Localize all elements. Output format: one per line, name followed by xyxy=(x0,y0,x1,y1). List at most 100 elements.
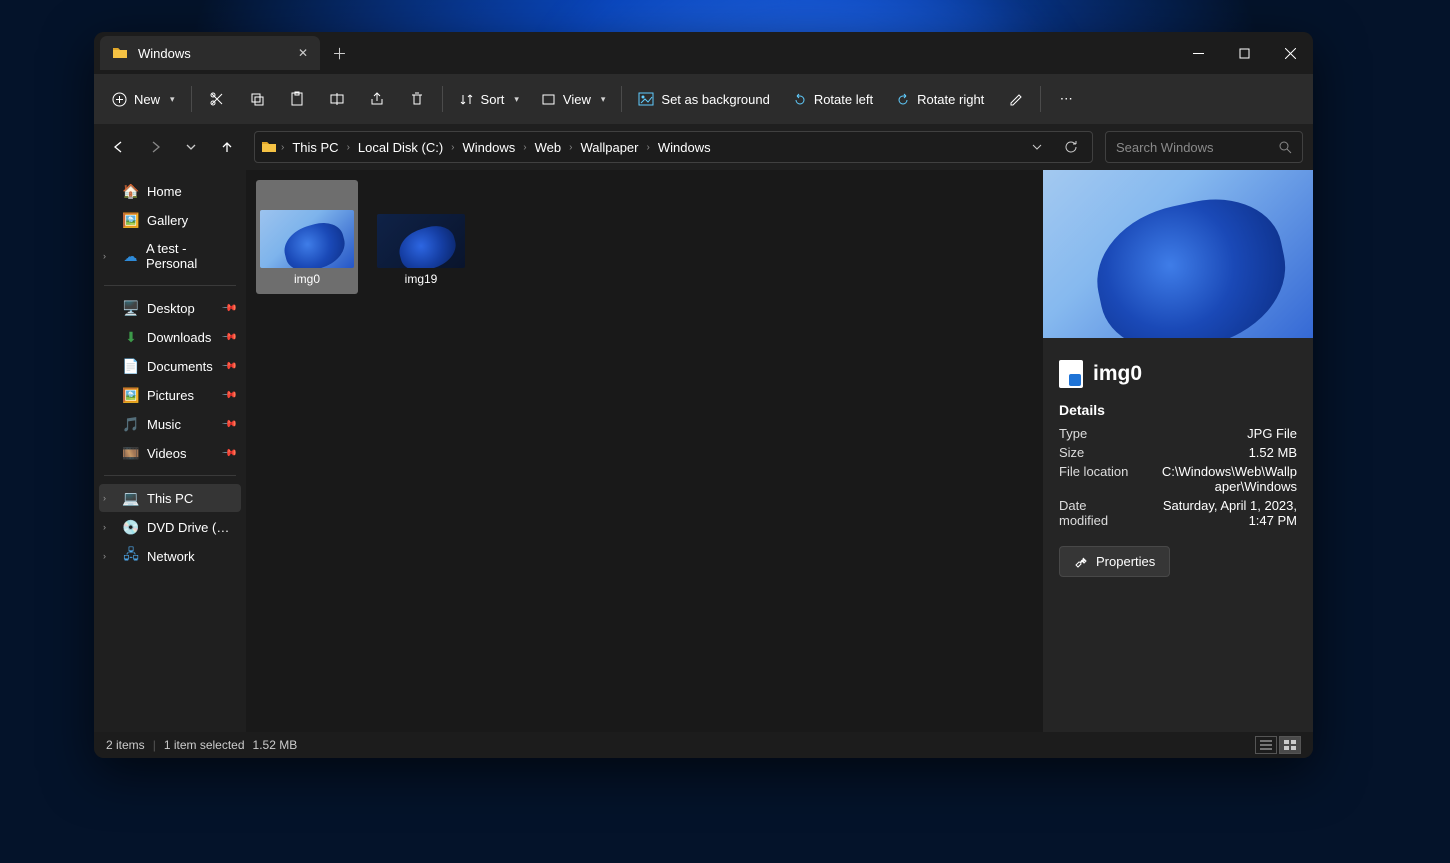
breadcrumb[interactable]: › This PC › Local Disk (C:) › Windows › … xyxy=(254,131,1093,163)
file-item[interactable]: img0 xyxy=(256,180,358,294)
copy-icon xyxy=(249,91,265,107)
rotate-left-button[interactable]: Rotate left xyxy=(782,82,883,116)
sidebar-item-documents[interactable]: 📄 Documents 📌 xyxy=(99,352,241,380)
maximize-button[interactable] xyxy=(1221,32,1267,74)
wrench-icon xyxy=(1074,555,1088,569)
clear-button[interactable] xyxy=(996,82,1034,116)
clipboard-icon xyxy=(289,91,305,107)
sidebar-item-desktop[interactable]: 🖥️ Desktop 📌 xyxy=(99,294,241,322)
chevron-right-icon: › xyxy=(103,493,106,503)
breadcrumb-item[interactable]: Web xyxy=(531,138,566,157)
details-pane: img0 Details Type JPG File Size 1.52 MB … xyxy=(1043,170,1313,732)
properties-label: Properties xyxy=(1096,554,1155,569)
properties-button[interactable]: Properties xyxy=(1059,546,1170,577)
navigation-pane: 🏠 Home 🖼️ Gallery › ☁ A test - Personal … xyxy=(94,170,246,732)
desktop-icon: 🖥️ xyxy=(123,300,139,316)
cloud-icon: ☁ xyxy=(123,248,138,264)
breadcrumb-item[interactable]: Local Disk (C:) xyxy=(354,138,447,157)
sort-button[interactable]: Sort ▾ xyxy=(449,82,529,116)
breadcrumb-item[interactable]: Windows xyxy=(654,138,715,157)
plus-circle-icon xyxy=(112,92,127,107)
chevron-right-icon: › xyxy=(347,142,350,153)
sidebar-item-label: Home xyxy=(147,184,182,199)
toolbar-separator xyxy=(442,86,443,112)
rename-button[interactable] xyxy=(318,82,356,116)
chevron-down-icon: ▾ xyxy=(514,94,519,105)
recent-dropdown[interactable] xyxy=(176,132,206,162)
status-bar: 2 items | 1 item selected 1.52 MB xyxy=(94,732,1313,758)
toolbar-separator xyxy=(1040,86,1041,112)
chevron-right-icon: › xyxy=(523,142,526,153)
forward-button[interactable] xyxy=(140,132,170,162)
folder-icon xyxy=(261,140,277,154)
search-input[interactable]: Search Windows xyxy=(1105,131,1303,163)
document-icon: 📄 xyxy=(123,358,139,374)
sidebar-item-label: Network xyxy=(147,549,195,564)
up-button[interactable] xyxy=(212,132,242,162)
disc-icon: 💿 xyxy=(123,519,139,535)
rotate-right-button[interactable]: Rotate right xyxy=(885,82,994,116)
details-value: Saturday, April 1, 2023, 1:47 PM xyxy=(1147,498,1297,528)
minimize-button[interactable] xyxy=(1175,32,1221,74)
file-list[interactable]: img0 img19 xyxy=(246,170,1043,732)
sidebar-item-label: A test - Personal xyxy=(146,241,235,271)
set-background-button[interactable]: Set as background xyxy=(628,82,779,116)
tab-close-button[interactable]: ✕ xyxy=(298,46,308,60)
copy-button[interactable] xyxy=(238,82,276,116)
details-view-button[interactable] xyxy=(1255,736,1277,754)
scissors-icon xyxy=(209,91,225,107)
sidebar-item-home[interactable]: 🏠 Home xyxy=(99,177,241,205)
details-row-location: File location C:\Windows\Web\Wallpaper\W… xyxy=(1059,464,1297,494)
more-button[interactable]: ⋯ xyxy=(1047,82,1085,116)
sidebar-item-this-pc[interactable]: › 💻 This PC xyxy=(99,484,241,512)
tab-active[interactable]: Windows ✕ xyxy=(100,36,320,70)
details-value: 1.52 MB xyxy=(1249,445,1297,460)
paste-button[interactable] xyxy=(278,82,316,116)
new-button[interactable]: New ▾ xyxy=(102,82,185,116)
eraser-icon xyxy=(1007,91,1023,107)
sidebar-item-music[interactable]: 🎵 Music 📌 xyxy=(99,410,241,438)
sort-label: Sort xyxy=(481,92,505,107)
breadcrumb-item[interactable]: Wallpaper xyxy=(576,138,642,157)
file-explorer-window: Windows ✕ ＋ New ▾ xyxy=(94,32,1313,758)
new-tab-button[interactable]: ＋ xyxy=(332,43,347,64)
address-row: › This PC › Local Disk (C:) › Windows › … xyxy=(94,124,1313,170)
picture-icon xyxy=(638,92,654,106)
sidebar-item-gallery[interactable]: 🖼️ Gallery xyxy=(99,206,241,234)
sidebar-item-onedrive[interactable]: › ☁ A test - Personal xyxy=(99,235,241,277)
share-button[interactable] xyxy=(358,82,396,116)
status-selected-size: 1.52 MB xyxy=(253,738,298,752)
list-view-icon xyxy=(1260,740,1272,750)
close-button[interactable] xyxy=(1267,32,1313,74)
sidebar-item-pictures[interactable]: 🖼️ Pictures 📌 xyxy=(99,381,241,409)
rename-icon xyxy=(329,91,345,107)
sidebar-item-downloads[interactable]: ⬇ Downloads 📌 xyxy=(99,323,241,351)
view-icon xyxy=(541,92,556,107)
toolbar: New ▾ Sort ▾ View ▾ Set as background Ro… xyxy=(94,74,1313,124)
thumbnails-view-button[interactable] xyxy=(1279,736,1301,754)
sidebar-item-label: Downloads xyxy=(147,330,211,345)
address-dropdown[interactable] xyxy=(1022,132,1052,162)
breadcrumb-item[interactable]: Windows xyxy=(459,138,520,157)
sidebar-item-label: Gallery xyxy=(147,213,188,228)
back-button[interactable] xyxy=(104,132,134,162)
pin-icon: 📌 xyxy=(220,358,237,375)
details-label: Size xyxy=(1059,445,1084,460)
file-item[interactable]: img19 xyxy=(370,180,472,294)
delete-button[interactable] xyxy=(398,82,436,116)
details-label: File location xyxy=(1059,464,1128,494)
pin-icon: 📌 xyxy=(220,300,237,317)
sidebar-item-dvd[interactable]: › 💿 DVD Drive (D:) CCC xyxy=(99,513,241,541)
cut-button[interactable] xyxy=(198,82,236,116)
rotate-right-label: Rotate right xyxy=(917,92,984,107)
download-icon: ⬇ xyxy=(123,329,139,345)
refresh-button[interactable] xyxy=(1056,132,1086,162)
view-button[interactable]: View ▾ xyxy=(531,82,615,116)
new-label: New xyxy=(134,92,160,107)
breadcrumb-item[interactable]: This PC xyxy=(288,138,342,157)
sidebar-item-videos[interactable]: 🎞️ Videos 📌 xyxy=(99,439,241,467)
search-icon xyxy=(1279,141,1292,154)
sidebar-item-network[interactable]: › 🖧 Network xyxy=(99,542,241,570)
sidebar-item-label: Desktop xyxy=(147,301,195,316)
rotate-right-icon xyxy=(895,92,910,107)
